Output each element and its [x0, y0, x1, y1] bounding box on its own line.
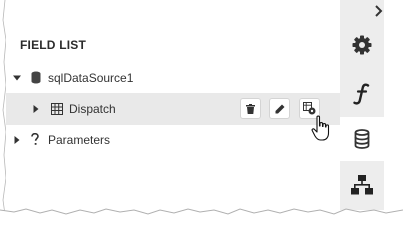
- parameters-label: Parameters: [48, 133, 111, 147]
- chevron-right-icon[interactable]: [372, 4, 386, 18]
- function-icon: [353, 83, 370, 105]
- report-designer-panel: FIELD LIST sqlDataSource1 Dispatch Param…: [0, 0, 403, 222]
- delete-button[interactable]: [240, 98, 261, 119]
- table-icon: [51, 103, 63, 115]
- torn-bottom-edge: [0, 208, 403, 222]
- tab-properties[interactable]: [340, 23, 384, 67]
- expand-right-icon[interactable]: [32, 105, 40, 113]
- hierarchy-icon: [351, 175, 373, 195]
- dispatch-label: Dispatch: [69, 102, 116, 116]
- panel-title: FIELD LIST: [20, 38, 86, 52]
- rename-button[interactable]: [269, 98, 290, 119]
- tree-row-datasource[interactable]: sqlDataSource1: [6, 62, 340, 94]
- field-list-panel: FIELD LIST sqlDataSource1 Dispatch Param…: [6, 0, 340, 210]
- tab-field-list[interactable]: [340, 117, 384, 161]
- gear-icon: [352, 35, 372, 55]
- hand-cursor-icon: [311, 115, 330, 141]
- trash-icon: [246, 103, 255, 114]
- expand-down-icon[interactable]: [13, 74, 21, 82]
- tab-report-explorer[interactable]: [340, 163, 384, 207]
- pencil-icon: [275, 104, 284, 113]
- database-icon: [31, 71, 41, 84]
- datasource-label: sqlDataSource1: [48, 71, 134, 85]
- tree-row-parameters[interactable]: Parameters: [6, 124, 340, 156]
- database-icon: [354, 129, 370, 149]
- expand-right-icon[interactable]: [13, 136, 21, 144]
- tree-row-dispatch[interactable]: Dispatch: [6, 93, 340, 125]
- question-icon: [31, 133, 39, 145]
- edit-query-icon: [303, 102, 316, 115]
- tab-expressions[interactable]: [340, 72, 384, 116]
